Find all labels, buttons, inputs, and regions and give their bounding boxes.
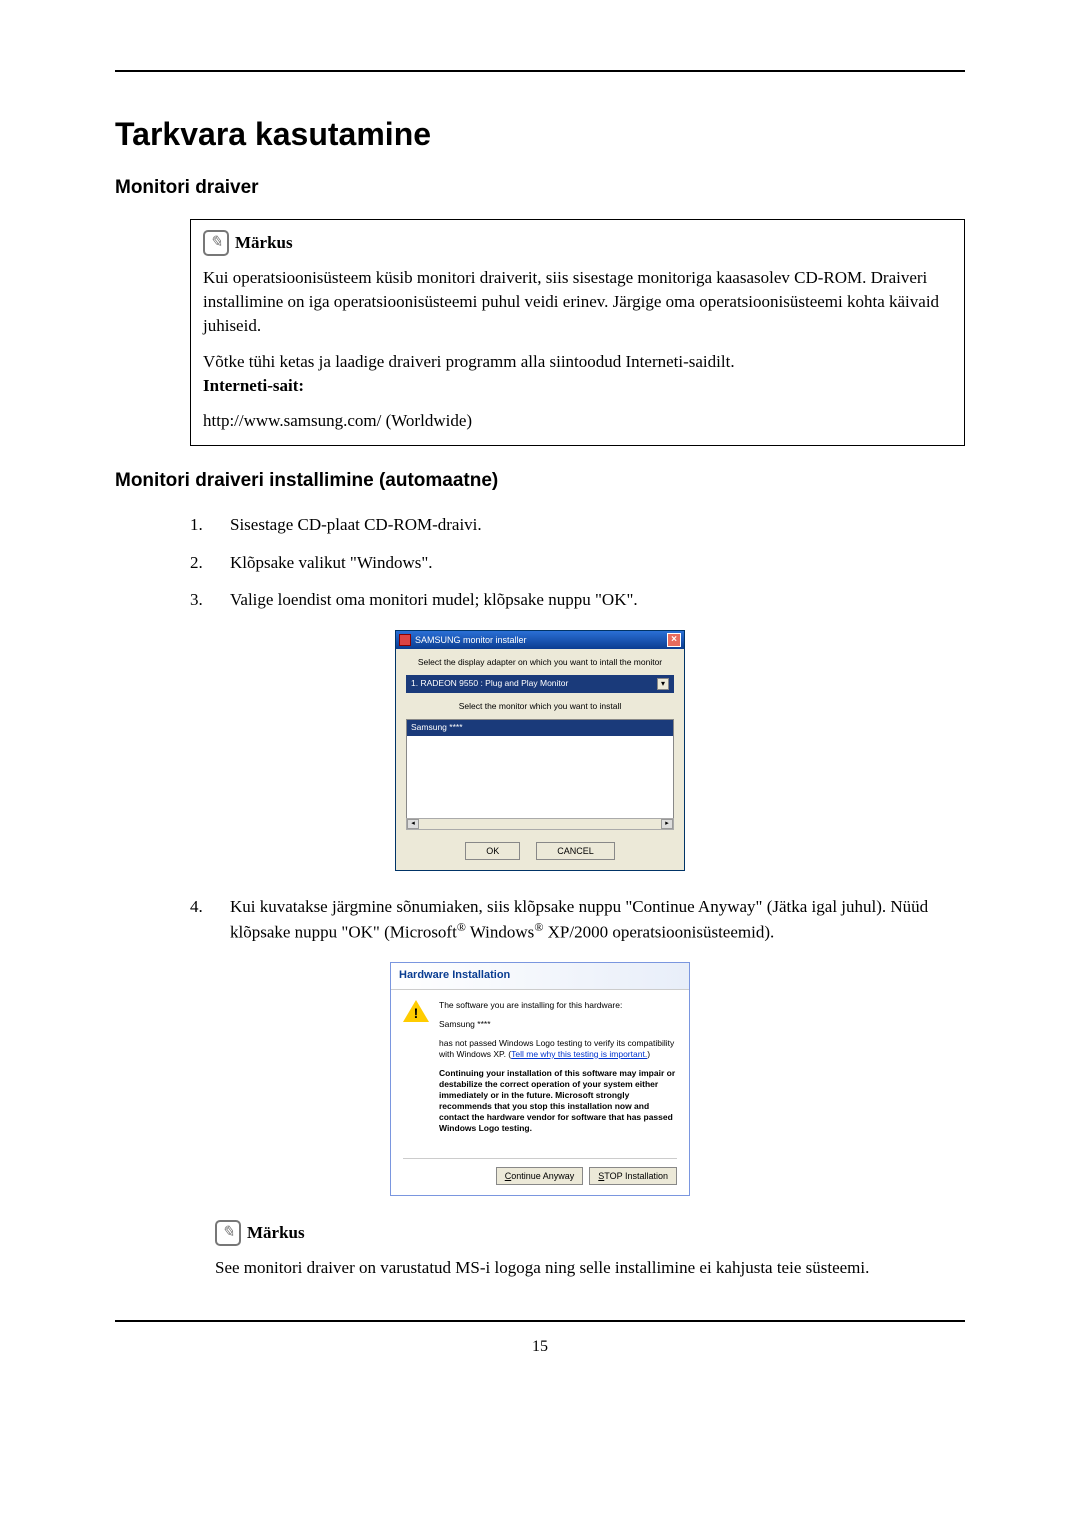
inline-note: ✎ Märkus See monitori draiver on varusta…: [215, 1220, 965, 1280]
installer-window: SAMSUNG monitor installer × Select the d…: [395, 630, 685, 871]
steps-list: 1. Sisestage CD-plaat CD-ROM-draivi. 2. …: [190, 513, 965, 612]
step-text: Kui kuvatakse järgmine sõnumiaken, siis …: [230, 895, 965, 944]
hw-title: Hardware Installation: [391, 963, 689, 989]
step-number: 2.: [190, 551, 210, 575]
step-text: Klõpsake valikut "Windows".: [230, 551, 965, 575]
page-title: Tarkvara kasutamine: [115, 112, 965, 157]
header-rule: [115, 70, 965, 72]
note-icon: ✎: [215, 1220, 241, 1246]
step-text: Valige loendist oma monitori mudel; klõp…: [230, 588, 965, 612]
stop-installation-button[interactable]: STOP Installation: [589, 1167, 677, 1185]
note-header: ✎ Märkus: [203, 230, 952, 256]
step-number: 4.: [190, 895, 210, 944]
scroll-right-icon[interactable]: ▸: [661, 819, 673, 829]
hw-warning-text: Continuing your installation of this sof…: [439, 1068, 677, 1134]
adapter-dropdown[interactable]: 1. RADEON 9550 : Plug and Play Monitor ▾: [406, 675, 674, 693]
installer-screenshot: SAMSUNG monitor installer × Select the d…: [115, 630, 965, 871]
note-label: Märkus: [235, 231, 293, 255]
note-para2: Võtke tühi ketas ja laadige draiveri pro…: [203, 350, 952, 398]
step-2: 2. Klõpsake valikut "Windows".: [190, 551, 965, 575]
step-text: Sisestage CD-plaat CD-ROM-draivi.: [230, 513, 965, 537]
continue-anyway-button[interactable]: Continue Anyway: [496, 1167, 584, 1185]
chevron-down-icon[interactable]: ▾: [657, 678, 669, 690]
section-heading-driver: Monitori draiver: [115, 175, 965, 202]
note-label: Märkus: [247, 1221, 305, 1245]
monitor-list[interactable]: Samsung ****: [406, 719, 674, 819]
scrollbar-horizontal[interactable]: ◂ ▸: [406, 818, 674, 830]
section-heading-install: Monitori draiveri installimine (automaat…: [115, 468, 965, 495]
note-icon: ✎: [203, 230, 229, 256]
logo-testing-link[interactable]: Tell me why this testing is important.: [511, 1049, 647, 1059]
hardware-install-screenshot: Hardware Installation ! The software you…: [115, 962, 965, 1196]
note-url: http://www.samsung.com/ (Worldwide): [203, 409, 952, 433]
titlebar: SAMSUNG monitor installer ×: [396, 631, 684, 649]
page-number: 15: [115, 1336, 965, 1358]
monitor-item-selected[interactable]: Samsung ****: [407, 720, 673, 736]
step-number: 1.: [190, 513, 210, 537]
step-1: 1. Sisestage CD-plaat CD-ROM-draivi.: [190, 513, 965, 537]
note-box: ✎ Märkus Kui operatsioonisüsteem küsib m…: [190, 219, 965, 446]
warning-icon: !: [403, 1000, 429, 1024]
monitor-label: Select the monitor which you want to ins…: [406, 701, 674, 713]
window-title: SAMSUNG monitor installer: [415, 634, 527, 647]
close-icon[interactable]: ×: [667, 633, 681, 647]
footer-rule: [115, 1320, 965, 1322]
steps-list-cont: 4. Kui kuvatakse järgmine sõnumiaken, si…: [190, 895, 965, 944]
scroll-left-icon[interactable]: ◂: [407, 819, 419, 829]
app-icon: [399, 634, 411, 646]
note2-text: See monitori draiver on varustatud MS-i …: [215, 1256, 965, 1280]
hardware-install-window: Hardware Installation ! The software you…: [390, 962, 690, 1196]
note-para1: Kui operatsioonisüsteem küsib monitori d…: [203, 266, 952, 337]
ok-button[interactable]: OK: [465, 842, 520, 860]
hw-message: The software you are installing for this…: [439, 1000, 677, 1142]
step-3: 3. Valige loendist oma monitori mudel; k…: [190, 588, 965, 612]
step-number: 3.: [190, 588, 210, 612]
note-body: Kui operatsioonisüsteem küsib monitori d…: [203, 266, 952, 433]
internet-site-label: Interneti-sait:: [203, 376, 304, 395]
cancel-button[interactable]: CANCEL: [536, 842, 615, 860]
adapter-label: Select the display adapter on which you …: [406, 657, 674, 669]
step-4: 4. Kui kuvatakse järgmine sõnumiaken, si…: [190, 895, 965, 944]
